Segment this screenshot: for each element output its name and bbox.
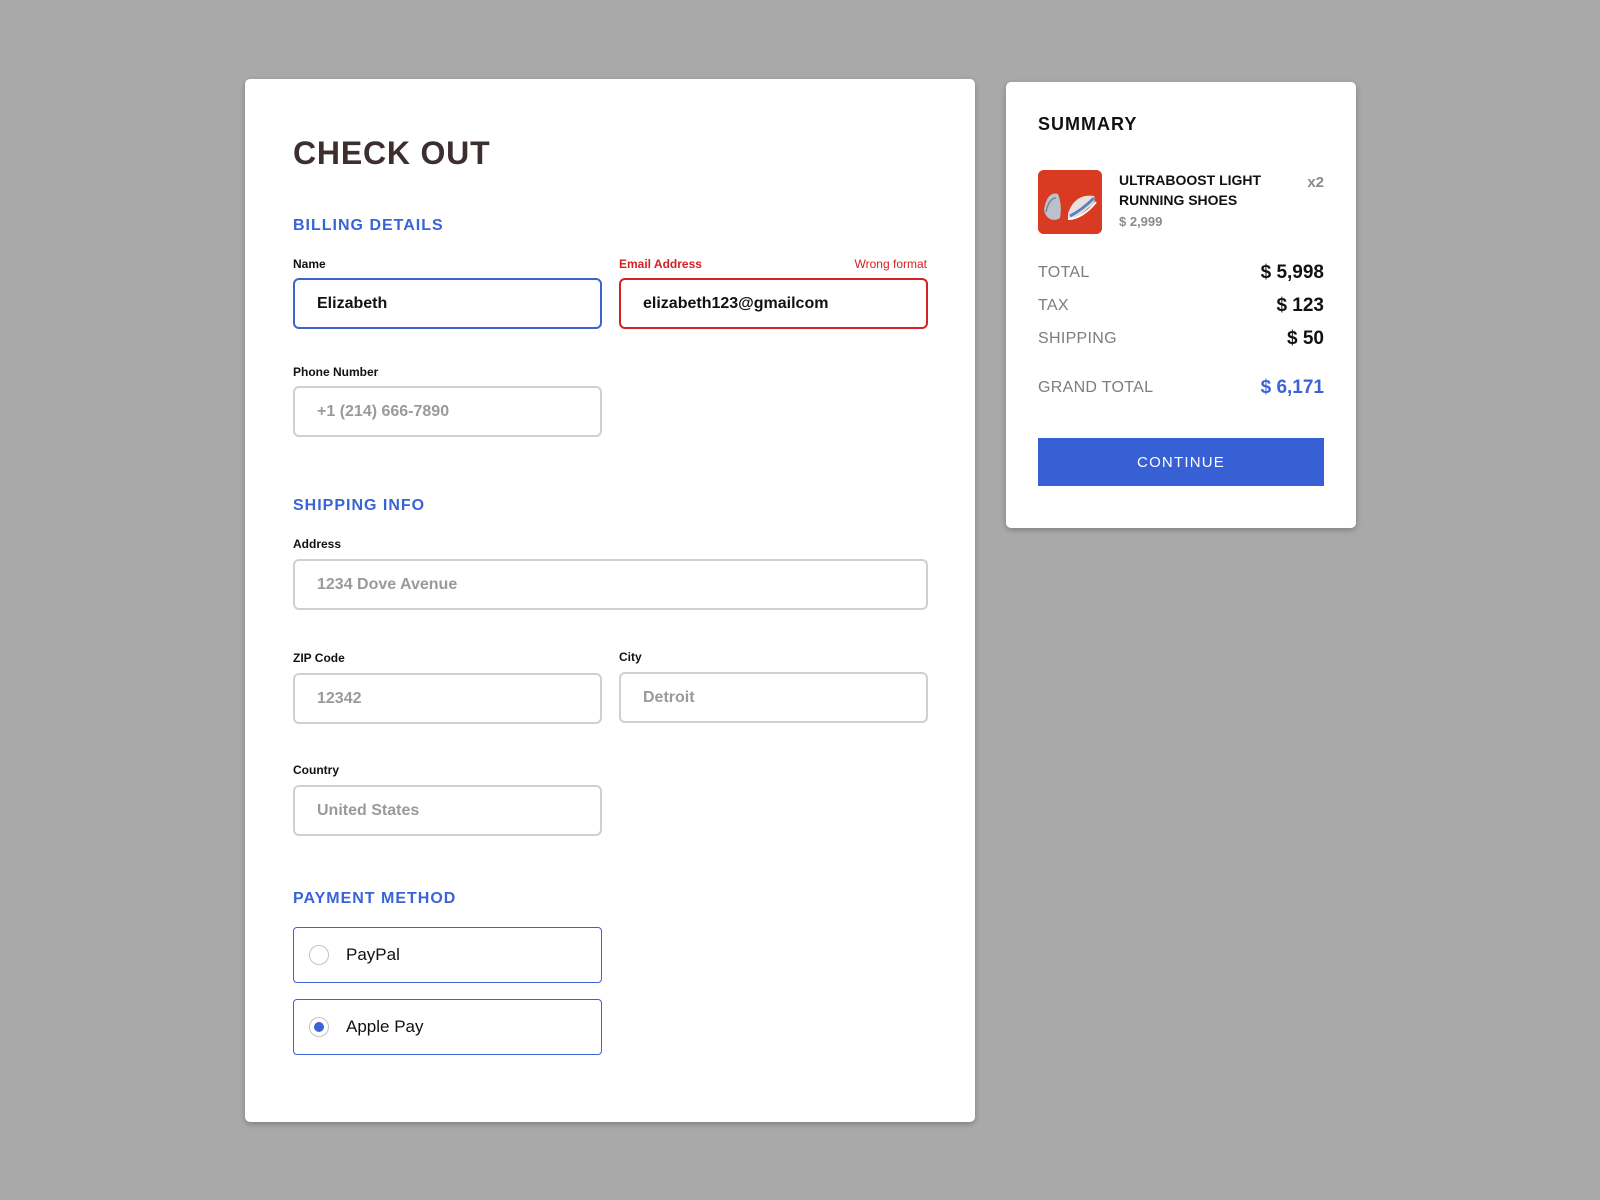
zip-field[interactable] (293, 673, 602, 724)
phone-field[interactable] (293, 386, 602, 437)
summary-row-shipping: SHIPPING $ 50 (1038, 328, 1324, 350)
product-price: $ 2,999 (1119, 214, 1163, 229)
email-label: Email Address (619, 257, 702, 271)
continue-button[interactable]: CONTINUE (1038, 438, 1324, 486)
shipping-label: SHIPPING (1038, 330, 1117, 347)
product-name: ULTRABOOST LIGHT RUNNING SHOES (1119, 172, 1262, 208)
shipping-info-heading: SHIPPING INFO (293, 497, 426, 514)
summary-card: SUMMARY ULTRABOOST LIGHT RUNNING SHOES $… (1006, 82, 1356, 528)
total-value: $ 5,998 (1260, 262, 1324, 283)
email-field[interactable] (619, 278, 928, 329)
grand-total-label: GRAND TOTAL (1038, 379, 1154, 396)
tax-label: TAX (1038, 297, 1069, 314)
email-error-message: Wrong format (854, 257, 927, 271)
apple-pay-radio[interactable] (309, 1017, 329, 1037)
country-field[interactable] (293, 785, 602, 836)
address-field[interactable] (293, 559, 928, 610)
product-quantity: x2 (1307, 174, 1324, 191)
summary-row-total: TOTAL $ 5,998 (1038, 262, 1324, 284)
summary-row-grand-total: GRAND TOTAL $ 6,171 (1038, 377, 1324, 399)
tax-value: $ 123 (1276, 295, 1324, 316)
summary-row-tax: TAX $ 123 (1038, 295, 1324, 317)
grand-total-value: $ 6,171 (1260, 377, 1324, 398)
shipping-value: $ 50 (1287, 328, 1324, 349)
zip-label: ZIP Code (293, 651, 345, 665)
page-title: CHECK OUT (293, 135, 491, 171)
payment-option-paypal[interactable]: PayPal (293, 927, 602, 983)
phone-label: Phone Number (293, 365, 379, 379)
city-field[interactable] (619, 672, 928, 723)
paypal-label: PayPal (346, 945, 400, 964)
checkout-card: CHECK OUT BILLING DETAILS Name Email Add… (245, 79, 975, 1122)
shoe-image (1038, 170, 1102, 234)
city-label: City (619, 650, 642, 664)
country-label: Country (293, 763, 339, 777)
shoe-icon (1038, 170, 1102, 234)
payment-method-heading: PAYMENT METHOD (293, 890, 457, 907)
apple-pay-label: Apple Pay (346, 1017, 424, 1036)
address-label: Address (293, 537, 342, 551)
summary-title: SUMMARY (1038, 114, 1138, 134)
billing-details-heading: BILLING DETAILS (293, 217, 444, 234)
name-label: Name (293, 257, 326, 271)
paypal-radio[interactable] (309, 945, 329, 965)
total-label: TOTAL (1038, 264, 1090, 281)
radio-selected-dot (314, 1022, 324, 1032)
payment-option-apple-pay[interactable]: Apple Pay (293, 999, 602, 1055)
name-field[interactable] (293, 278, 602, 329)
